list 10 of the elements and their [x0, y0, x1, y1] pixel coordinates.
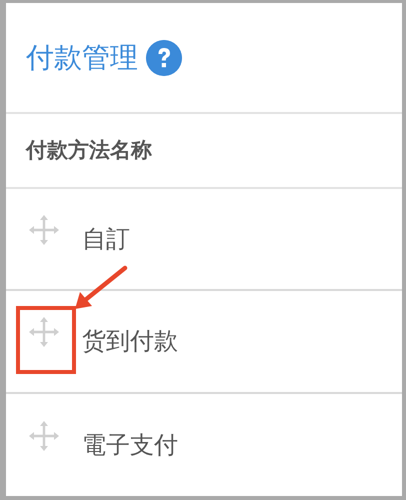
arrow — [75, 266, 128, 309]
help-icon[interactable] — [146, 40, 182, 76]
drag-handle-icon[interactable] — [28, 420, 60, 452]
payment-method-name: 自訂 — [82, 224, 130, 255]
payment-method-name: 货到付款 — [82, 326, 178, 358]
drag-handle-icon[interactable] — [28, 316, 60, 348]
drag-handle-icon[interactable] — [28, 214, 60, 246]
payment-method-name: 電子支付 — [82, 430, 178, 461]
page-title: 付款管理 — [26, 40, 138, 76]
column-header: 付款方法名称 — [26, 137, 152, 164]
